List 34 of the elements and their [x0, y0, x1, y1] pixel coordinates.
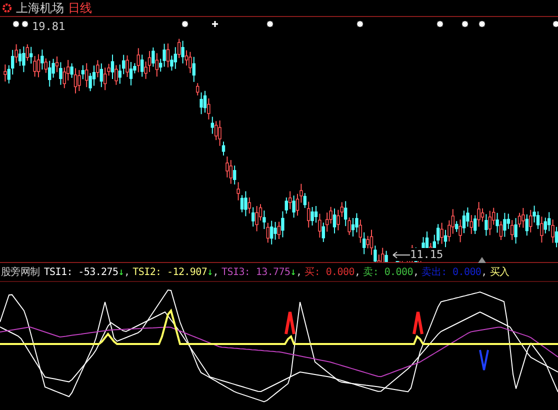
indicator-value: 买: 0.000: [304, 266, 354, 279]
star-icon: [437, 21, 443, 27]
indicator-name: 股旁网制: [1, 266, 40, 279]
separator: ,: [481, 266, 487, 278]
arrow-icon: [392, 250, 410, 258]
gear-icon[interactable]: [2, 3, 12, 13]
down-arrow: ↓: [207, 266, 213, 278]
star-icon: [22, 21, 28, 27]
down-arrow: ↓: [118, 266, 124, 278]
triangle-icon: [478, 257, 486, 263]
separator: ,: [412, 266, 419, 278]
down-arrow: ↓: [290, 266, 296, 278]
separator: ,: [354, 266, 360, 278]
star-icon: [357, 21, 363, 27]
indicator-value: 卖出: 0.000: [422, 266, 482, 279]
star-icon: [462, 21, 468, 27]
star-icon: [553, 21, 558, 27]
stock-name: 上海机场: [16, 0, 64, 16]
star-icon: [479, 21, 485, 27]
period-label: 日线: [68, 0, 92, 16]
indicator-value: 卖: 0.000: [363, 266, 413, 279]
indicator-value: TSI2: -12.907: [132, 266, 208, 278]
indicator-value: 买入: [490, 266, 510, 279]
separator: ,: [296, 266, 302, 278]
indicator-value: TSI3: 13.775: [222, 266, 290, 278]
plus-icon: [212, 21, 218, 27]
indicator-value: TSI1: -53.275: [44, 266, 118, 278]
high-price-label: 19.81: [32, 20, 66, 33]
separator: ,: [212, 266, 219, 278]
star-icon: [267, 21, 273, 27]
separator: ,: [124, 266, 130, 278]
star-icon: [13, 21, 19, 27]
star-icon: [182, 21, 188, 27]
low-price-label: 11.15: [410, 248, 444, 261]
